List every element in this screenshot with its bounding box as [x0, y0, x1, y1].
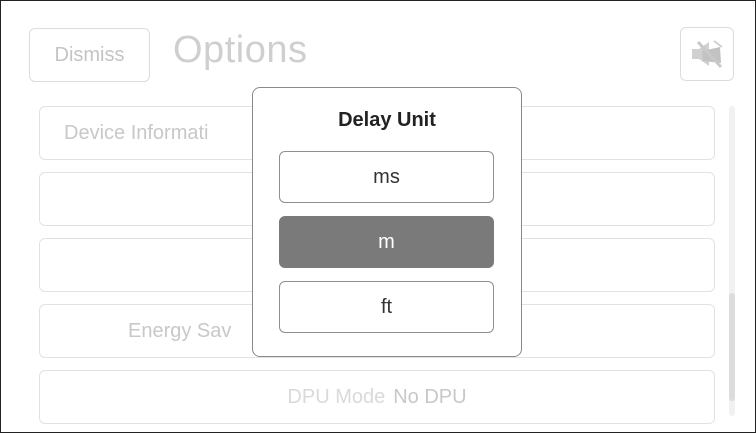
scrollbar-thumb[interactable] [729, 293, 735, 401]
dismiss-button[interactable]: Dismiss [29, 28, 150, 82]
dpu-mode-row[interactable]: DPU Mode No DPU [39, 370, 715, 424]
mute-button[interactable] [680, 27, 734, 81]
row-label: Device Informati [64, 121, 209, 144]
app-window: Dismiss Options Device Informati Energy … [0, 0, 756, 433]
dialog-title: Delay Unit [338, 109, 436, 131]
row-value: No DPU [393, 385, 467, 408]
row-label: DPU Mode [287, 385, 386, 408]
option-m-button[interactable]: m [279, 216, 494, 268]
page-title: Options [173, 29, 308, 71]
row-label: Energy Sav [128, 319, 232, 342]
speaker-muted-icon [692, 40, 723, 69]
option-ft-button[interactable]: ft [279, 281, 494, 333]
delay-unit-dialog: Delay Unit ms m ft [252, 87, 522, 357]
option-ms-button[interactable]: ms [279, 151, 494, 203]
